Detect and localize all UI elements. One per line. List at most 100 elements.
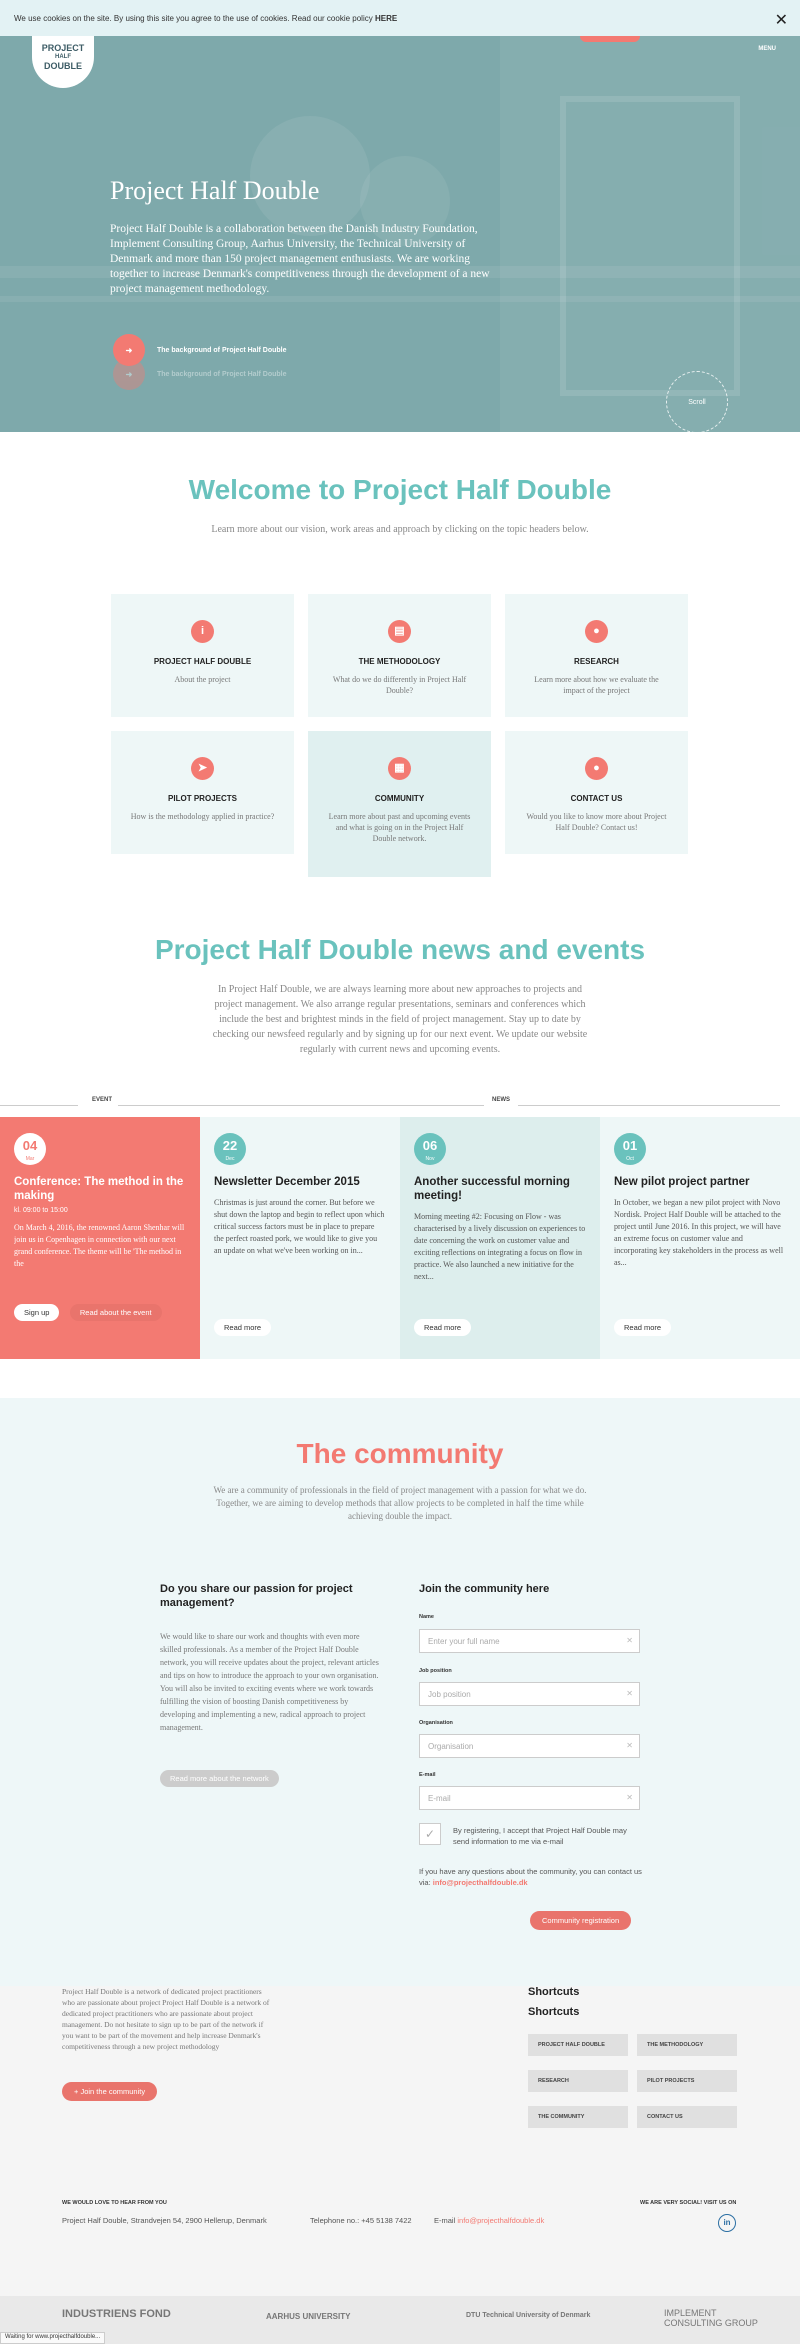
dtu-logo[interactable]: DTU Technical University of Denmark	[466, 2312, 590, 2319]
shortcut-contact[interactable]: CONTACT US	[637, 2106, 737, 2128]
news-item[interactable]: 01 Oct New pilot project partner In Octob…	[600, 1117, 800, 1359]
card-pilot[interactable]: ➤ PILOT PROJECTS How is the methodology …	[111, 731, 294, 854]
read-event-button[interactable]: Read about the event	[69, 1304, 162, 1321]
shortcut-pilot[interactable]: PILOT PROJECTS	[637, 2070, 737, 2092]
hear-label: WE WOULD LOVE TO HEAR FROM YOU	[62, 2200, 167, 2206]
menu-button[interactable]: MENU	[758, 46, 776, 52]
clear-icon: ✕	[626, 1741, 633, 1750]
card-text: Would you like to know more about Projec…	[526, 812, 667, 832]
shortcut-research[interactable]: RESEARCH	[528, 2070, 628, 2092]
consent-text: By registering, I accept that Project Ha…	[453, 1826, 627, 1846]
community-section: The community We are a community of prof…	[0, 1398, 800, 1986]
news-item[interactable]: 22 Dec Newsletter December 2015 Christmas…	[200, 1117, 400, 1359]
cookie-policy-link[interactable]: HERE	[375, 14, 397, 23]
event-title: Conference: The method in the making	[14, 1176, 184, 1202]
name-input[interactable]: Enter your full name ✕	[419, 1629, 640, 1653]
browser-status-bar: Waiting for www.projecthalfdouble...	[0, 2332, 106, 2344]
card-text: Learn more about past and upcoming event…	[328, 812, 471, 843]
community-form-title: Join the community here	[419, 1583, 550, 1595]
hero-link-label: The background of Project Half Double	[157, 370, 287, 378]
news-item[interactable]: 06 Nov Another successful morning meeting…	[400, 1117, 600, 1359]
card-research[interactable]: ● RESEARCH Learn more about how we evalu…	[505, 594, 688, 717]
phone: Telephone no.: +45 5138 7422	[310, 2216, 412, 2225]
join-community-button[interactable]: + Join the community	[62, 2082, 158, 2101]
welcome-title: Welcome to Project Half Double	[188, 474, 612, 505]
community-left-title: Do you share our passion for project man…	[160, 1583, 353, 1609]
card-methodology[interactable]: ▤ THE METHODOLOGY What do we do differen…	[308, 594, 491, 717]
news-item-title: Newsletter December 2015	[214, 1176, 360, 1188]
news-title: Project Half Double news and events	[154, 934, 646, 965]
consent-checkbox[interactable]: ✓	[419, 1823, 441, 1845]
divider	[118, 1105, 484, 1106]
hero-background-link-ghost: ➜ The background of Project Half Double	[113, 358, 287, 390]
implement-logo[interactable]: IMPLEMENT CONSULTING GROUP	[664, 2308, 774, 2328]
aarhus-university-logo[interactable]: AARHUS UNIVERSITY	[266, 2312, 350, 2321]
card-text: What do we do differently in Project Hal…	[332, 675, 467, 695]
date-badge: 22 Dec	[214, 1133, 246, 1165]
read-more-button[interactable]: Read more	[414, 1319, 472, 1336]
read-more-button[interactable]: Read more	[614, 1319, 672, 1336]
footer-network-text: Project Half Double is a network of dedi…	[62, 1987, 270, 2051]
tab-event[interactable]: EVENT	[92, 1097, 112, 1103]
linkedin-icon[interactable]: in	[718, 2214, 736, 2232]
card-contact[interactable]: ● CONTACT US Would you like to know more…	[505, 731, 688, 854]
cookie-text: We use cookies on the site. By using thi…	[14, 14, 373, 23]
card-title: PROJECT HALF DOUBLE	[153, 657, 252, 666]
job-position-input[interactable]: Job position ✕	[419, 1682, 640, 1706]
date-badge: 01 Oct	[614, 1133, 646, 1165]
clear-icon: ✕	[626, 1793, 633, 1802]
divider	[0, 1105, 78, 1106]
footer: Project Half Double is a network of dedi…	[0, 1986, 800, 2344]
news-subtitle: In Project Half Double, we are always le…	[212, 984, 588, 1055]
info-icon: i	[191, 620, 214, 643]
partner-logos: INDUSTRIENS FOND AARHUS UNIVERSITY DTU T…	[0, 2296, 800, 2344]
shortcuts-ghost: Shortcuts	[528, 1986, 580, 1998]
card-text: How is the methodology applied in practi…	[130, 812, 275, 821]
hero-title: Project Half Double	[110, 176, 320, 205]
community-left-text: We would like to share our work and thou…	[160, 1632, 379, 1732]
card-project[interactable]: i PROJECT HALF DOUBLE About the project	[111, 594, 294, 717]
tab-news[interactable]: NEWS	[492, 1097, 510, 1103]
event-text: On March 4, 2016, the renowned Aaron She…	[14, 1223, 185, 1268]
hero-intro: Project Half Double is a collaboration b…	[110, 223, 490, 295]
email-input[interactable]: E-mail ✕	[419, 1786, 640, 1810]
hero-section: Project Half Double Project Half Double …	[0, 36, 800, 432]
close-icon[interactable]: ✕	[775, 10, 788, 30]
sign-up-button[interactable]: Sign up	[14, 1304, 60, 1321]
card-title: RESEARCH	[574, 657, 619, 666]
welcome-subtitle: Learn more about our vision, work areas …	[211, 524, 589, 535]
field-label: Organisation	[419, 1720, 453, 1726]
date-badge: 06 Nov	[414, 1133, 446, 1165]
field-label: E-mail	[419, 1772, 436, 1778]
question-text: If you have any questions about the comm…	[419, 1867, 642, 1887]
community-registration-button[interactable]: Community registration	[530, 1911, 632, 1930]
card-title: COMMUNITY	[374, 794, 425, 803]
cookie-bar: We use cookies on the site. By using thi…	[0, 0, 800, 36]
shortcut-project[interactable]: PROJECT HALF DOUBLE	[528, 2034, 628, 2056]
news-tabs: EVENT NEWS	[0, 1097, 800, 1111]
community-subtitle: We are a community of professionals in t…	[213, 1485, 587, 1521]
shortcut-community[interactable]: THE COMMUNITY	[528, 2106, 628, 2128]
card-title: CONTACT US	[570, 794, 623, 803]
logo-text: PROJECT	[41, 43, 85, 53]
logo-text: DOUBLE	[44, 61, 82, 71]
community-email-link[interactable]: info@projecthalfdouble.dk	[433, 1878, 528, 1887]
read-network-button[interactable]: Read more about the network	[160, 1770, 279, 1787]
news-item-title: Another successful morning meeting!	[414, 1176, 570, 1202]
divider	[518, 1105, 780, 1106]
shortcut-methodology[interactable]: THE METHODOLOGY	[637, 2034, 737, 2056]
card-text: About the project	[174, 675, 231, 684]
shortcuts-title: Shortcuts	[528, 2006, 580, 2018]
email-link[interactable]: info@projecthalfdouble.dk	[457, 2216, 544, 2225]
card-title: PILOT PROJECTS	[168, 794, 237, 803]
clear-icon: ✕	[626, 1636, 633, 1645]
user-icon: ●	[585, 757, 608, 780]
industriens-fond-logo[interactable]: INDUSTRIENS FOND	[62, 2308, 171, 2320]
organisation-input[interactable]: Organisation ✕	[419, 1734, 640, 1758]
card-text: Learn more about how we evaluate the imp…	[534, 675, 659, 695]
read-more-button[interactable]: Read more	[214, 1319, 272, 1336]
scroll-button[interactable]: Scroll	[666, 371, 728, 432]
event-item[interactable]: 04 Mar Conference: The method in the maki…	[0, 1117, 200, 1359]
card-community[interactable]: ▦ COMMUNITY Learn more about past and up…	[308, 731, 491, 877]
field-label: Job position	[419, 1668, 452, 1674]
